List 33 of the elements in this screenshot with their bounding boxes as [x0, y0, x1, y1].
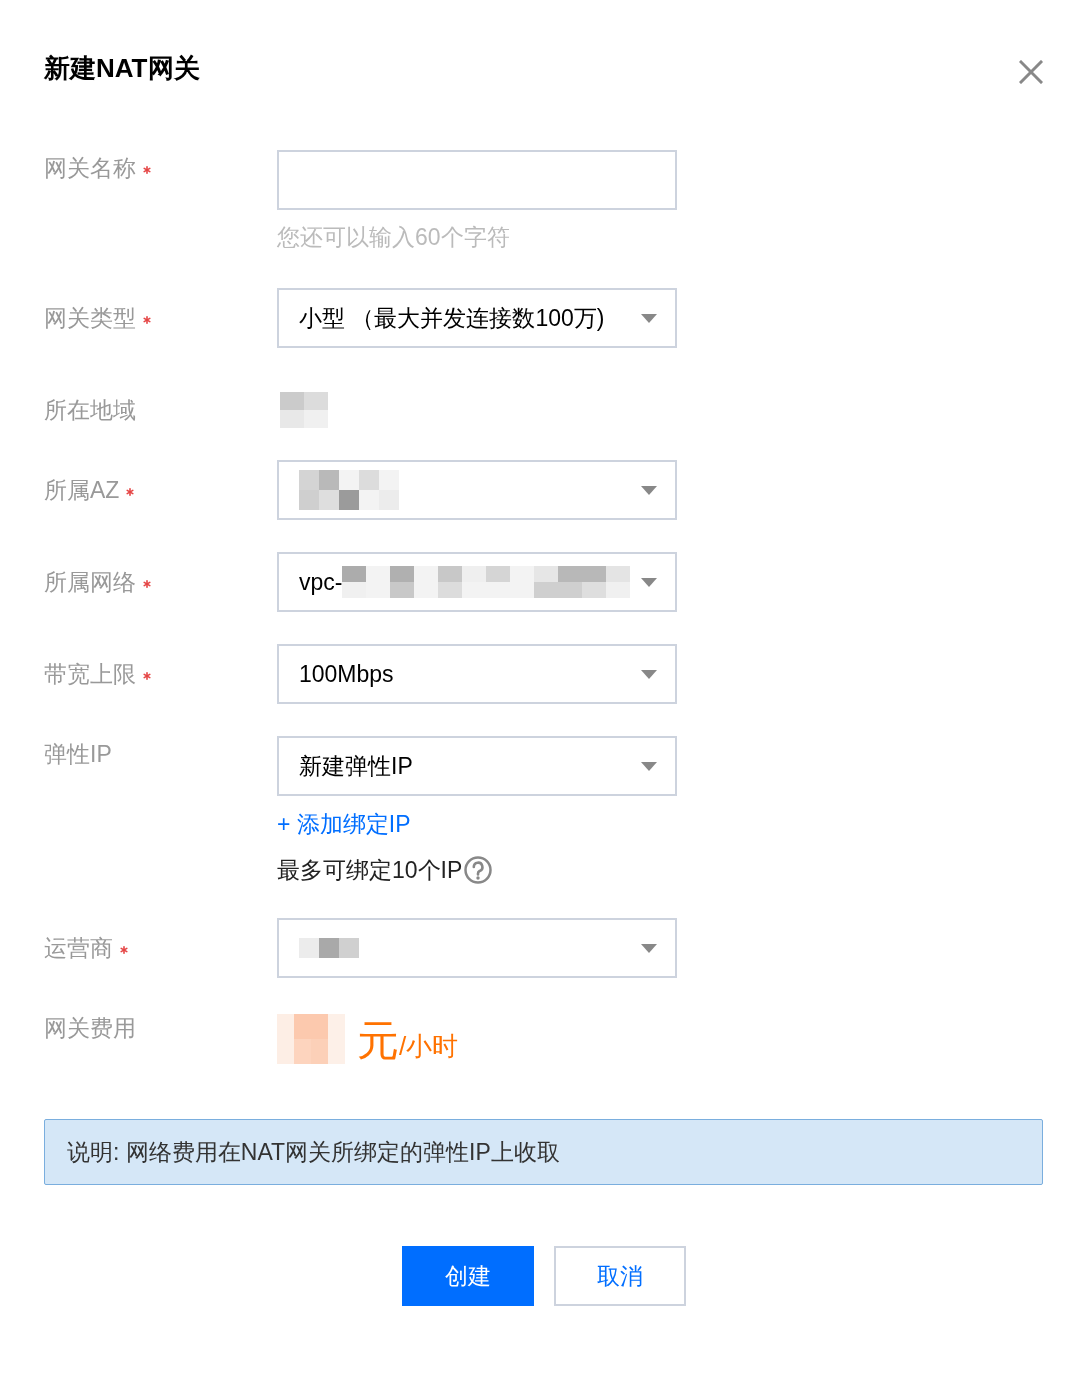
dropdown-select[interactable]: [277, 918, 677, 978]
dropdown-select[interactable]: [277, 460, 677, 520]
submit-button[interactable]: 创建: [401, 1246, 534, 1306]
field-label: 所属AZ: [44, 476, 120, 505]
caret-icon: [641, 485, 657, 495]
add-binding-link[interactable]: + 添加绑定IP: [277, 808, 411, 840]
field-label: 运营商: [44, 934, 113, 963]
price-period: /小时: [399, 1033, 459, 1059]
caret-icon: [641, 577, 657, 587]
hint-text: 您还可以输入60个字符: [277, 223, 510, 252]
close-icon[interactable]: [1019, 60, 1043, 84]
dropdown-select[interactable]: vpc-: [277, 552, 677, 612]
price-unit: 元: [357, 1020, 399, 1062]
field-label: 弹性IP: [44, 740, 112, 769]
field-label: 网关费用: [44, 1014, 136, 1043]
caret-icon: [641, 943, 657, 953]
caret-icon: [641, 761, 657, 771]
dialog-title: 新建NAT网关: [44, 52, 200, 85]
text-input[interactable]: [277, 150, 677, 210]
field-label: 所在地域: [44, 396, 136, 425]
field-label: 网关类型: [44, 304, 136, 333]
dropdown-select[interactable]: 新建弹性IP: [277, 736, 677, 796]
dropdown-select[interactable]: 100Mbps: [277, 644, 677, 704]
field-label: 网关名称: [44, 154, 136, 183]
cancel-button[interactable]: 取消: [553, 1246, 686, 1306]
help-icon[interactable]: [464, 856, 493, 884]
notice-banner: 说明: 网络费用在NAT网关所绑定的弹性IP上收取: [44, 1119, 1043, 1185]
caret-icon: [641, 669, 657, 679]
caret-icon: [641, 313, 657, 323]
field-label: 带宽上限: [44, 660, 136, 689]
field-label: 所属网络: [44, 568, 136, 597]
dropdown-select[interactable]: 小型 （最大并发连接数100万): [277, 288, 677, 348]
note-text: 最多可绑定10个IP: [277, 856, 463, 885]
